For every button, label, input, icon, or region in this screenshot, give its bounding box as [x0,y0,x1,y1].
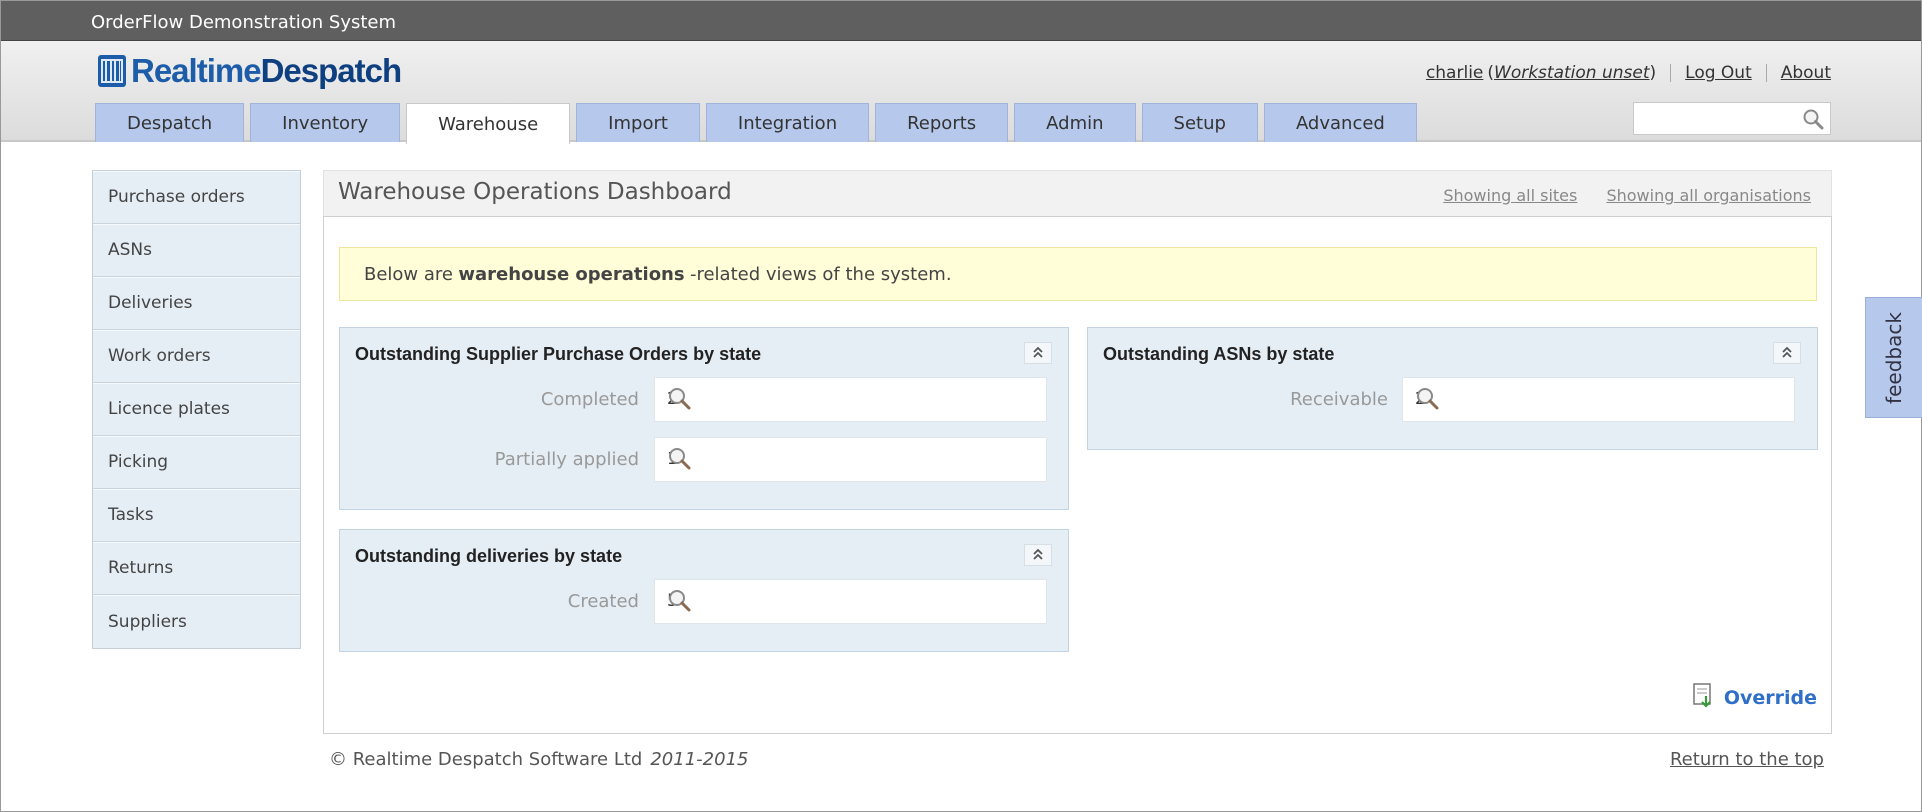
logo-text-despatch: Despatch [260,52,403,89]
system-bar: OrderFlow Demonstration System [1,1,1921,41]
sidebar-item-tasks[interactable]: Tasks [93,489,300,542]
tab-advanced[interactable]: Advanced [1263,103,1417,142]
sidebar-item-asns[interactable]: ASNs [93,224,300,277]
panel-deliveries: Outstanding deliveries by state Created … [339,529,1069,652]
tab-despatch[interactable]: Despatch [95,103,245,142]
divider [1765,64,1767,82]
notice-text-before: Below are [364,263,453,285]
search-icon[interactable] [667,446,1038,475]
panel-title: Outstanding ASNs by state [1103,344,1335,364]
chevron-double-up-icon [1780,344,1794,363]
tab-warehouse[interactable]: Warehouse [406,103,571,144]
global-search [1633,102,1831,135]
search-icon[interactable] [667,386,1038,415]
state-count-field[interactable]: 1 [654,437,1047,482]
state-count-field[interactable]: 5 [654,579,1047,624]
copyright-years: 2011-2015 [650,749,749,770]
about-link[interactable]: About [1781,63,1831,83]
username-link[interactable]: charlie [1426,63,1483,83]
workstation-close-paren: ) [1649,63,1657,83]
state-count-field[interactable]: 2 [654,377,1047,422]
return-to-top-link[interactable]: Return to the top [1670,749,1824,770]
tab-reports[interactable]: Reports [875,103,1009,142]
override-icon [1692,682,1716,713]
override-button[interactable]: Override [1692,682,1817,713]
search-icon[interactable] [1802,108,1824,134]
showing-all-sites-link[interactable]: Showing all sites [1443,186,1577,205]
tab-import[interactable]: Import [576,103,700,142]
sidebar-item-deliveries[interactable]: Deliveries [93,277,300,330]
state-label: Receivable [1290,389,1388,410]
sidebar-item-licence-plates[interactable]: Licence plates [93,383,300,436]
tab-inventory[interactable]: Inventory [250,103,401,142]
main-nav-tabs: Despatch Inventory Warehouse Import Inte… [95,103,1423,144]
tab-admin[interactable]: Admin [1014,103,1136,142]
notice-text-bold: warehouse operations [458,263,685,285]
search-icon[interactable] [667,588,1038,617]
tab-integration[interactable]: Integration [705,103,870,142]
footer-copyright: © Realtime Despatch Software Ltd 2011-201… [329,749,748,770]
state-label: Partially applied [494,449,639,470]
state-label: Created [567,591,639,612]
state-count-field[interactable]: 2 [1402,377,1795,422]
sidebar-item-suppliers[interactable]: Suppliers [93,595,300,648]
logout-link[interactable]: Log Out [1685,63,1752,83]
sidebar-item-picking[interactable]: Picking [93,436,300,489]
chevron-double-up-icon [1031,344,1045,363]
state-row-created: Created 5 [340,579,1068,624]
tab-setup[interactable]: Setup [1141,103,1258,142]
workstation-open-paren: ( [1487,63,1495,83]
user-links: charlie ( Workstation unset ) Log Out Ab… [1426,63,1831,83]
header: RealtimeDespatch charlie ( Workstation u… [1,41,1921,144]
state-label: Completed [540,389,639,410]
showing-all-organisations-link[interactable]: Showing all organisations [1606,186,1811,205]
collapse-button[interactable] [1773,342,1801,364]
panel-purchase-orders: Outstanding Supplier Purchase Orders by … [339,327,1069,510]
logo[interactable]: RealtimeDespatch [97,51,403,91]
copyright-text: © Realtime Despatch Software Ltd [329,749,643,770]
state-row-receivable: Receivable 2 [1088,377,1817,422]
state-row-partially-applied: Partially applied 1 [340,437,1068,482]
dashboard-body: Below are warehouse operations -related … [323,216,1832,734]
panel-asns: Outstanding ASNs by state Receivable 2 [1087,327,1818,450]
chevron-double-up-icon [1031,546,1045,565]
state-row-completed: Completed 2 [340,377,1068,422]
info-notice: Below are warehouse operations -related … [339,247,1817,301]
main-header: Warehouse Operations Dashboard Showing a… [323,170,1832,216]
divider [1670,64,1672,82]
logo-text: RealtimeDespatch [131,52,403,90]
logo-text-realtime: Realtime [131,52,262,89]
notice-text-after: -related views of the system. [689,263,952,285]
feedback-tab[interactable]: feedback [1865,297,1922,418]
search-icon[interactable] [1415,386,1786,415]
feedback-label: feedback [1882,311,1906,404]
filters: Showing all sites Showing all organisati… [1419,186,1811,205]
collapse-button[interactable] [1024,544,1052,566]
panel-title: Outstanding Supplier Purchase Orders by … [355,344,762,364]
sidebar: Purchase orders ASNs Deliveries Work ord… [92,170,301,649]
collapse-button[interactable] [1024,342,1052,364]
sidebar-item-returns[interactable]: Returns [93,542,300,595]
workstation-link[interactable]: Workstation unset [1494,63,1649,83]
override-label: Override [1723,686,1817,709]
page-title: Warehouse Operations Dashboard [338,179,732,205]
sidebar-item-work-orders[interactable]: Work orders [93,330,300,383]
barcode-logo-icon [97,54,127,88]
system-title: OrderFlow Demonstration System [91,12,397,33]
search-input[interactable] [1638,103,1798,133]
sidebar-item-purchase-orders[interactable]: Purchase orders [93,171,300,224]
panel-title: Outstanding deliveries by state [355,546,623,566]
